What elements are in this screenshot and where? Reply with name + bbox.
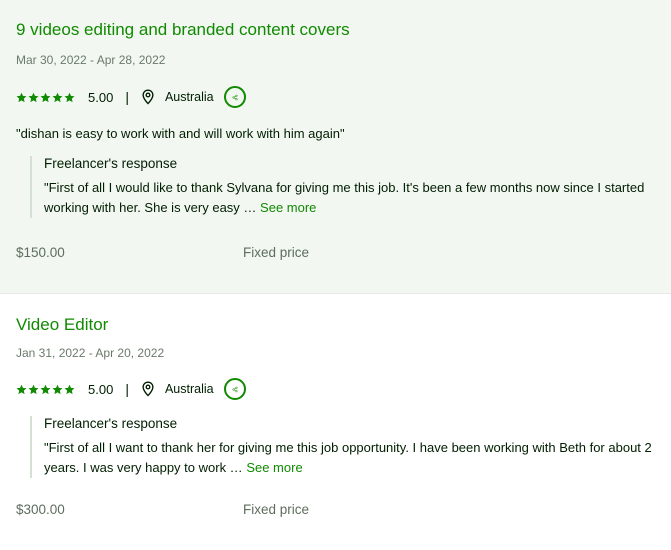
freelancer-response: Freelancer's response "First of all I wa… <box>30 416 660 478</box>
star-icon <box>64 92 75 102</box>
job-history-item: 9 videos editing and branded content cov… <box>0 0 671 294</box>
see-more-link[interactable]: See more <box>260 200 316 215</box>
job-price: $150.00 <box>16 245 65 260</box>
job-dates: Jan 31, 2022 - Apr 20, 2022 <box>16 346 165 360</box>
client-country: Australia <box>164 382 214 396</box>
star-icon <box>28 92 39 102</box>
location-pin-icon <box>142 381 154 397</box>
rating-score: 5.00 <box>88 89 114 105</box>
job-title-link[interactable]: Video Editor <box>16 315 108 335</box>
share-button[interactable] <box>223 86 246 108</box>
divider: | <box>125 381 129 397</box>
rating-row: 5.00 | Australia <box>16 84 246 110</box>
rating-row: 5.00 | Australia <box>16 376 246 402</box>
response-text: "First of all I want to thank her for gi… <box>44 438 660 478</box>
client-feedback: "dishan is easy to work with and will wo… <box>16 126 345 141</box>
see-more-link[interactable]: See more <box>246 460 302 475</box>
share-icon <box>232 386 238 392</box>
response-body: "First of all I want to thank her for gi… <box>44 440 652 475</box>
star-icon <box>64 384 75 394</box>
response-heading: Freelancer's response <box>44 416 178 431</box>
client-country: Australia <box>164 90 214 104</box>
response-heading: Freelancer's response <box>44 156 178 171</box>
star-icon <box>40 384 51 394</box>
share-button[interactable] <box>223 378 246 400</box>
price-type: Fixed price <box>243 245 310 260</box>
star-rating <box>16 384 75 395</box>
job-title-link[interactable]: 9 videos editing and branded content cov… <box>16 20 350 40</box>
job-history-item: Video Editor Jan 31, 2022 - Apr 20, 2022… <box>0 294 671 550</box>
star-icon <box>16 384 27 394</box>
share-icon <box>232 94 238 100</box>
divider: | <box>125 89 129 105</box>
star-icon <box>52 92 63 102</box>
freelancer-response: Freelancer's response "First of all I wo… <box>30 156 660 218</box>
star-icon <box>40 92 51 102</box>
star-icon <box>52 384 63 394</box>
rating-score: 5.00 <box>88 381 114 397</box>
response-text: "First of all I would like to thank Sylv… <box>44 178 660 218</box>
star-icon <box>16 92 27 102</box>
job-price: $300.00 <box>16 502 65 517</box>
job-dates: Mar 30, 2022 - Apr 28, 2022 <box>16 53 166 67</box>
price-type: Fixed price <box>243 502 310 517</box>
response-body: "First of all I would like to thank Sylv… <box>44 180 645 215</box>
star-icon <box>28 384 39 394</box>
star-rating <box>16 92 75 103</box>
location-pin-icon <box>142 89 154 105</box>
